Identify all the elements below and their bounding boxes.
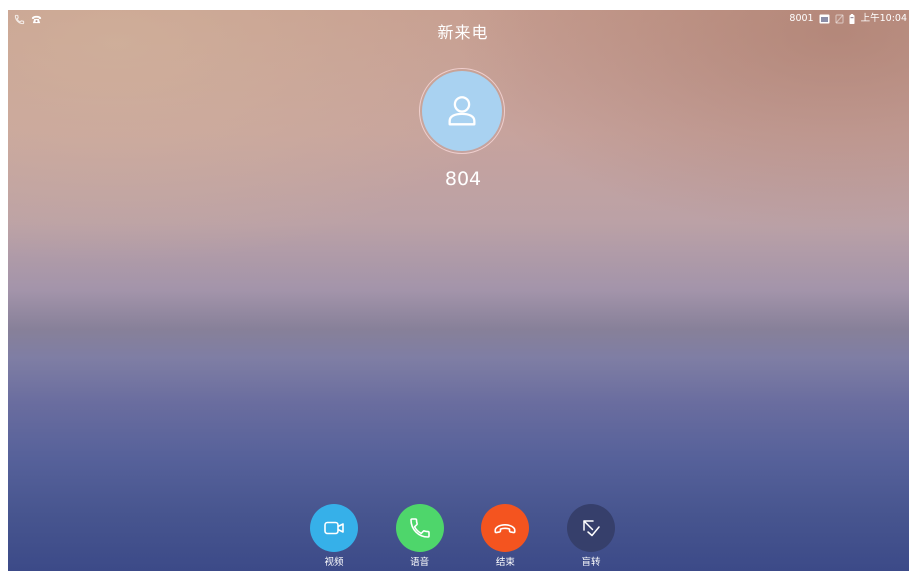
- phone-icon: [408, 516, 432, 540]
- call-actions: 视频 语音 结束 盲转: [304, 504, 621, 569]
- status-bar-left: [14, 13, 42, 25]
- avatar: [419, 68, 505, 154]
- person-icon: [443, 92, 481, 130]
- hangup-icon: [492, 515, 518, 541]
- action-video: 视频: [304, 504, 364, 569]
- incoming-call-screen: 8001 上午10:04 新来电 804 视频 语音 结束 盲转: [8, 10, 909, 571]
- video-call-label: 视频: [324, 557, 344, 568]
- answer-voice-label: 语音: [410, 557, 430, 568]
- video-call-button[interactable]: [310, 504, 358, 552]
- answer-voice-button[interactable]: [395, 504, 444, 552]
- transfer-icon: [579, 516, 603, 540]
- video-icon: [322, 516, 346, 540]
- call-log-icon: [14, 14, 25, 25]
- dnd-icon: [835, 14, 844, 24]
- end-call-label: 结束: [495, 557, 515, 568]
- end-call-button[interactable]: [481, 504, 530, 552]
- blind-transfer-button[interactable]: [567, 504, 616, 552]
- screen-icon: [819, 14, 830, 24]
- page-title: 新来电: [437, 23, 489, 42]
- status-bar-right: 8001 上午10:04: [789, 13, 907, 25]
- action-transfer: 盲转: [561, 504, 621, 569]
- clock: 上午10:04: [860, 13, 907, 24]
- caller-number: 804: [444, 168, 482, 190]
- battery-icon: [849, 14, 855, 24]
- telephone-icon: [31, 14, 42, 25]
- blind-transfer-label: 盲转: [581, 557, 601, 568]
- avatar-circle: [422, 71, 502, 151]
- action-end: 结束: [475, 504, 535, 569]
- action-voice: 语音: [390, 504, 450, 569]
- account-label: 8001: [789, 13, 814, 24]
